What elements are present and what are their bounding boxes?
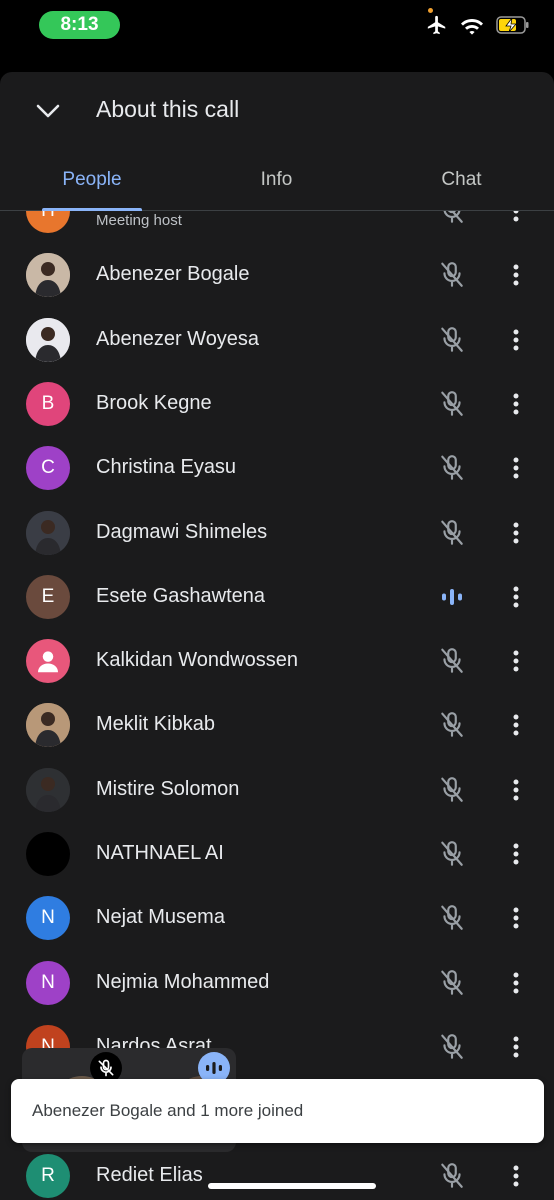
participant-row[interactable]: Abenezer Woyesa — [0, 308, 554, 372]
privacy-indicator-dot — [428, 8, 433, 13]
airplane-icon — [426, 14, 448, 36]
more-options-icon[interactable] — [503, 709, 529, 741]
mic-off-icon[interactable] — [436, 517, 468, 549]
status-icons — [426, 14, 530, 36]
tab-bar: People Info Chat — [0, 150, 554, 211]
tab-info[interactable]: Info — [184, 150, 369, 210]
participant-row[interactable]: Meklit Kibkab — [0, 693, 554, 757]
more-options-icon[interactable] — [503, 902, 529, 934]
participant-role: Meeting host — [96, 212, 182, 229]
more-options-icon[interactable] — [503, 259, 529, 291]
avatar: N — [26, 896, 70, 941]
mic-off-icon[interactable] — [436, 259, 468, 291]
mic-off-icon[interactable] — [436, 452, 468, 484]
sheet-header: About this call — [0, 72, 554, 150]
more-options-icon[interactable] — [503, 774, 529, 806]
participant-row[interactable]: B Brook Kegne — [0, 372, 554, 436]
participant-name: Nejat Musema — [96, 906, 225, 929]
mic-off-icon[interactable] — [436, 902, 468, 934]
chevron-down-icon — [36, 104, 60, 118]
home-indicator[interactable] — [208, 1183, 376, 1189]
avatar: C — [26, 446, 70, 491]
avatar-initial: H — [41, 211, 55, 222]
more-options-icon[interactable] — [503, 645, 529, 677]
participant-name: Meklit Kibkab — [96, 713, 215, 736]
tab-people[interactable]: People — [0, 150, 184, 210]
more-options-icon[interactable] — [503, 967, 529, 999]
participant-row[interactable]: Dagmawi Shimeles — [0, 501, 554, 565]
more-options-icon[interactable] — [503, 1031, 529, 1063]
participant-name: NATHNAEL AI — [96, 842, 224, 864]
participant-name: Nejmia Mohammed — [96, 970, 270, 993]
mic-off-icon[interactable] — [436, 211, 468, 227]
toast-message: Abenezer Bogale and 1 more joined — [32, 1101, 304, 1120]
avatar-initial: R — [41, 1164, 55, 1186]
participant-name: Abenezer Woyesa — [96, 327, 260, 350]
avatar: R — [26, 1153, 70, 1198]
participant-row[interactable]: HHenok MullekaMeeting host — [0, 211, 554, 243]
more-options-icon[interactable] — [503, 324, 529, 356]
battery-charging-icon — [496, 16, 530, 34]
avatar-initial: N — [41, 971, 55, 993]
join-notification-toast: Abenezer Bogale and 1 more joined — [11, 1079, 544, 1143]
participant-row[interactable]: E Esete Gashawtena — [0, 565, 554, 629]
collapse-button[interactable] — [26, 92, 70, 130]
avatar — [26, 832, 70, 876]
tab-chat[interactable]: Chat — [369, 150, 554, 210]
avatar: H — [26, 211, 70, 233]
mic-off-icon[interactable] — [436, 709, 468, 741]
avatar — [26, 703, 70, 748]
mic-off-icon[interactable] — [436, 324, 468, 356]
avatar — [26, 767, 70, 812]
avatar — [26, 253, 70, 298]
avatar-initial: N — [41, 907, 55, 929]
more-options-icon[interactable] — [503, 838, 529, 870]
about-call-sheet: About this call People Info Chat HHenok … — [0, 72, 554, 1200]
participant-row[interactable]: Mistire Solomon — [0, 758, 554, 822]
avatar-initial: E — [41, 585, 55, 607]
participant-name: Mistire Solomon — [96, 777, 240, 800]
wifi-icon — [460, 15, 484, 35]
participant-name: Dagmawi Shimeles — [96, 520, 268, 543]
avatar: E — [26, 574, 70, 619]
mic-off-icon[interactable] — [436, 645, 468, 677]
status-bar: 8:13 — [0, 0, 554, 60]
participant-row[interactable]: N Nejat Musema — [0, 886, 554, 950]
more-options-icon[interactable] — [503, 1160, 529, 1192]
sheet-title: About this call — [96, 96, 240, 122]
participant-row[interactable]: Kalkidan Wondwossen — [0, 629, 554, 693]
mic-off-icon[interactable] — [436, 388, 468, 420]
participant-name: Christina Eyasu — [96, 456, 237, 479]
avatar — [26, 510, 70, 555]
avatar: N — [26, 960, 70, 1005]
mic-off-icon[interactable] — [436, 838, 468, 870]
more-options-icon[interactable] — [503, 388, 529, 420]
speaking-indicator-icon[interactable] — [436, 581, 468, 613]
more-options-icon[interactable] — [503, 581, 529, 613]
avatar: B — [26, 381, 70, 426]
mic-off-icon[interactable] — [436, 967, 468, 999]
participant-name: Rediet Elias — [96, 1163, 203, 1186]
mic-off-icon[interactable] — [436, 1031, 468, 1063]
participant-name: Brook Kegne — [96, 391, 212, 414]
participant-row[interactable]: NATHNAEL AI — [0, 822, 554, 886]
avatar — [26, 317, 70, 362]
mic-off-icon[interactable] — [436, 1160, 468, 1192]
avatar-initial: B — [41, 392, 55, 414]
participant-name: Esete Gashawtena — [96, 584, 265, 607]
status-time: 8:13 — [39, 11, 120, 39]
mic-off-icon[interactable] — [436, 774, 468, 806]
participant-row[interactable]: Abenezer Bogale — [0, 243, 554, 307]
avatar-initial: C — [41, 457, 55, 479]
participant-name: Abenezer Bogale — [96, 263, 250, 286]
avatar — [26, 639, 70, 684]
participant-row[interactable]: C Christina Eyasu — [0, 436, 554, 500]
more-options-icon[interactable] — [503, 211, 529, 227]
participant-name: Kalkidan Wondwossen — [96, 649, 298, 672]
more-options-icon[interactable] — [503, 517, 529, 549]
more-options-icon[interactable] — [503, 452, 529, 484]
participant-row[interactable]: N Nejmia Mohammed — [0, 951, 554, 1015]
